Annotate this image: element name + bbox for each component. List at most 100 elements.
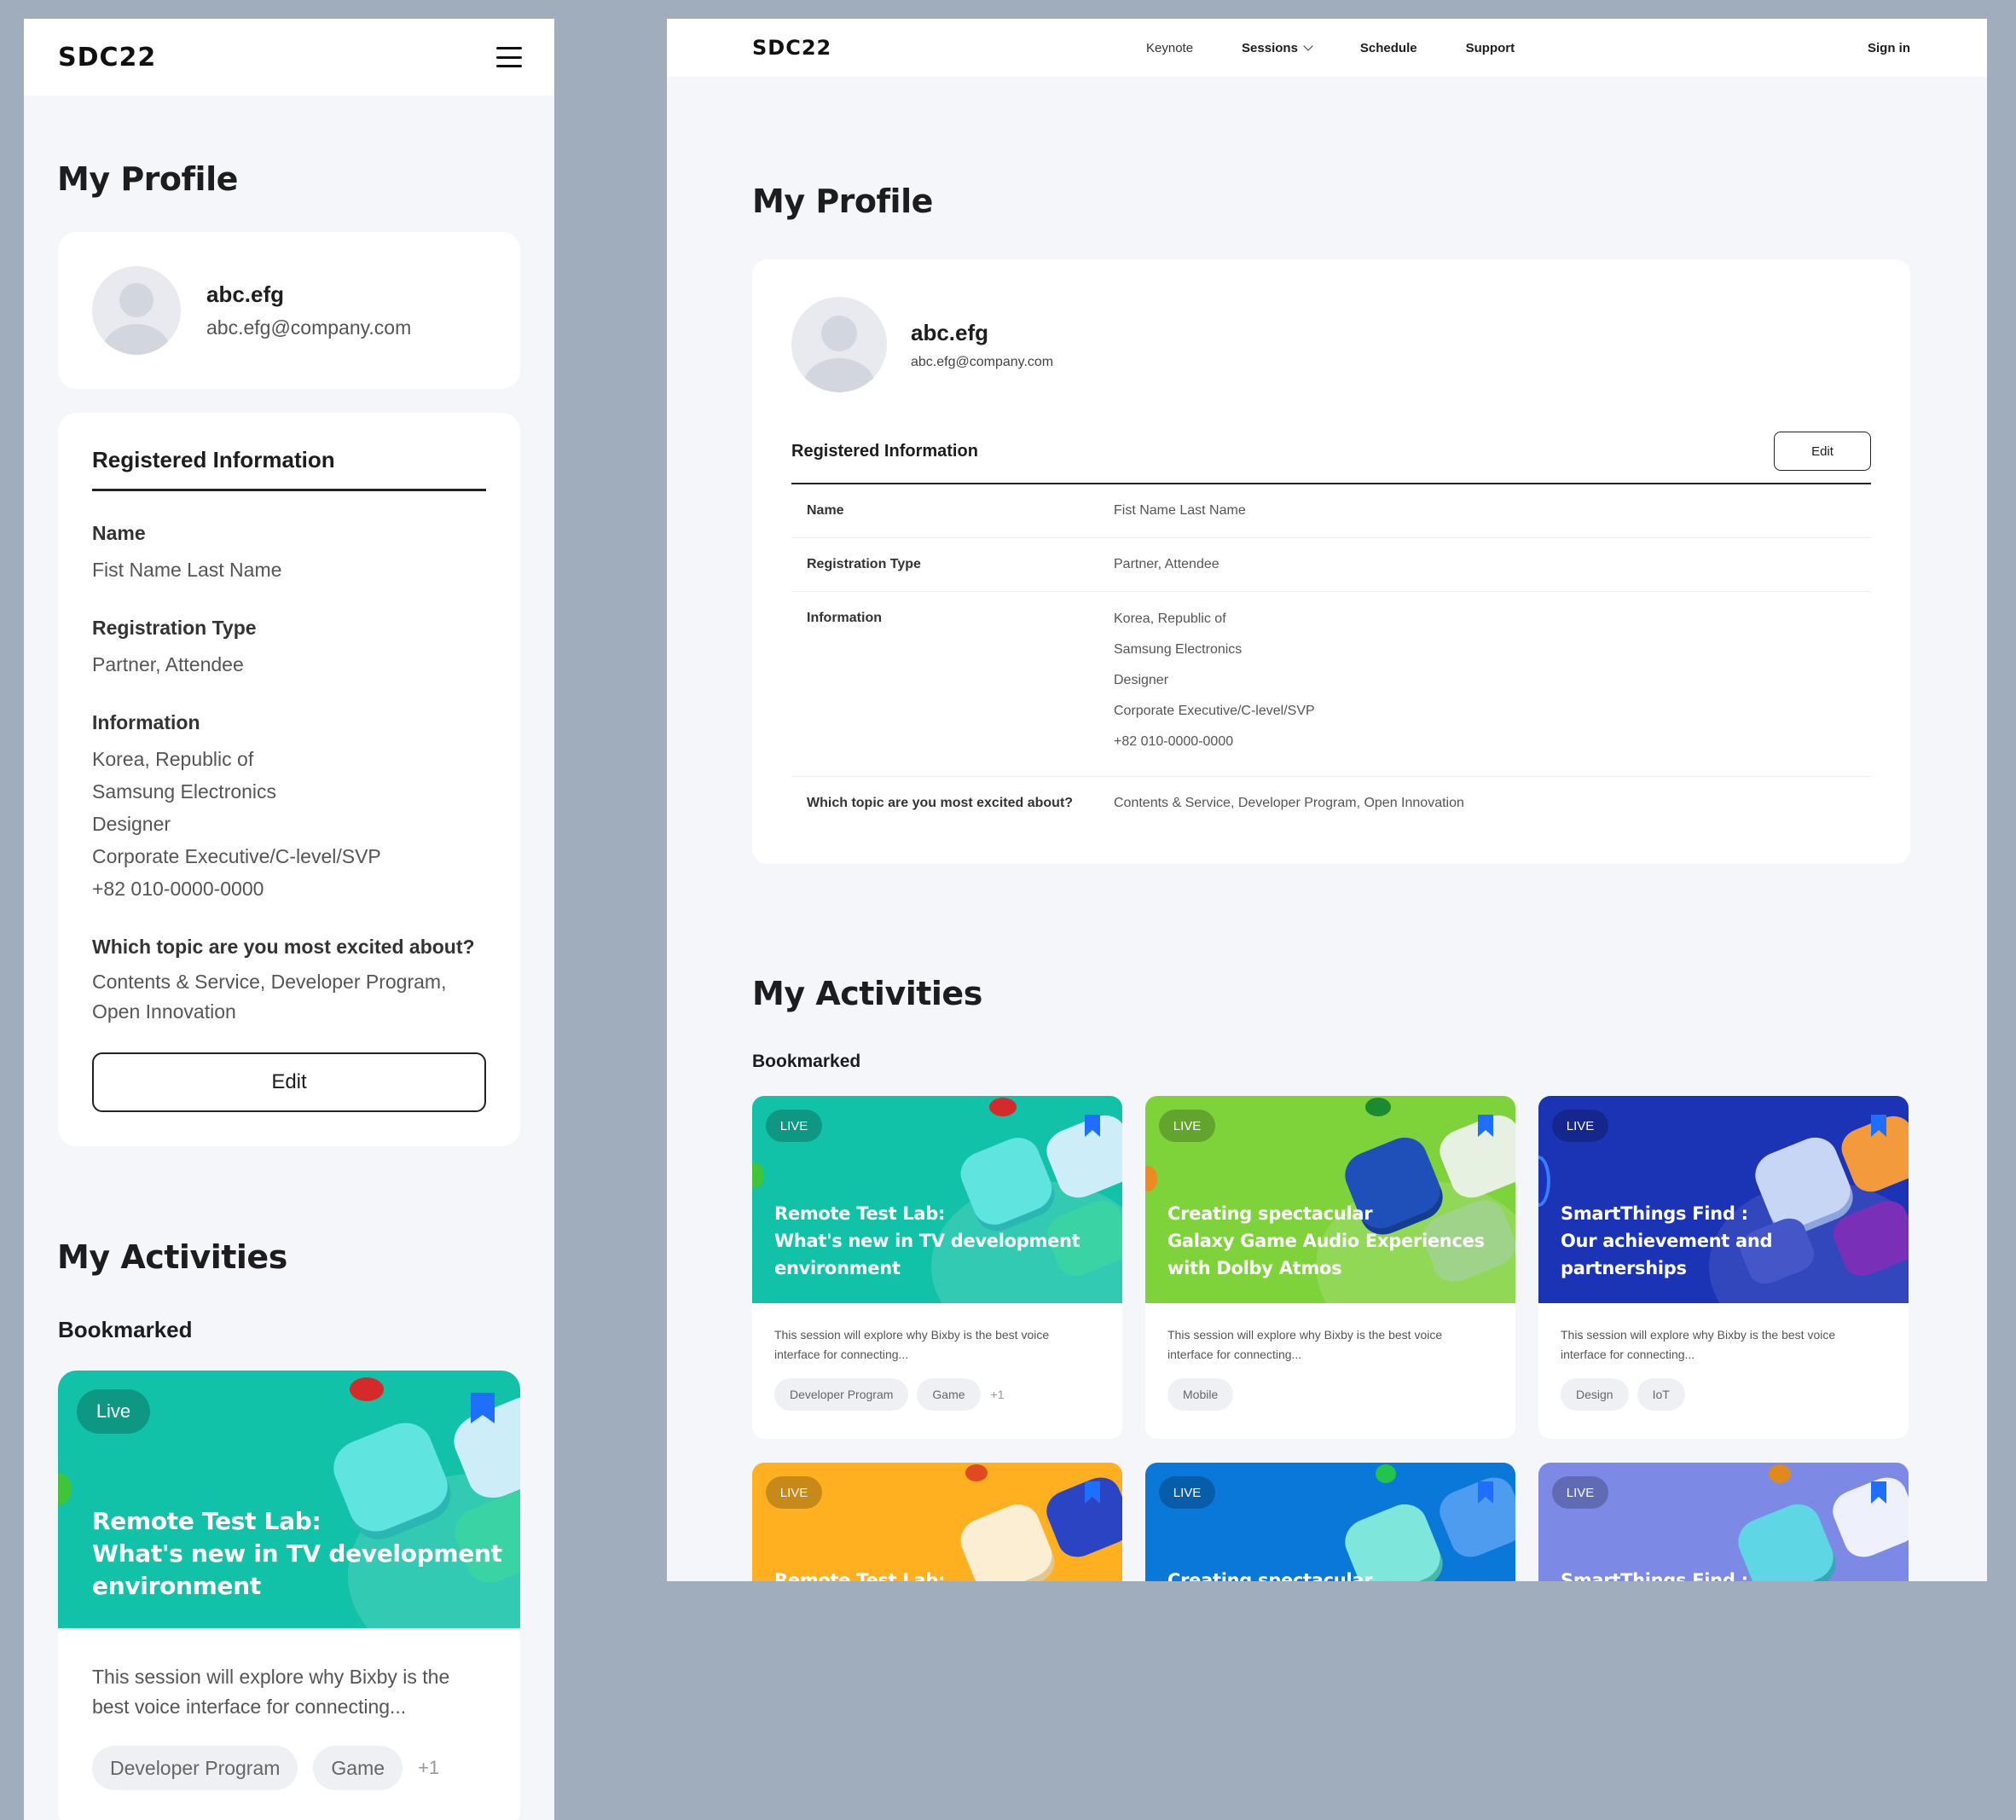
field-topic: Which topic are you most excited about? …	[92, 936, 486, 1027]
field-value-line: Corporate Executive/C-level/SVP	[1114, 704, 1315, 718]
session-description: This session will explore why Bixby is t…	[1145, 1303, 1515, 1365]
page-title: My Profile	[57, 160, 238, 198]
bookmark-icon[interactable]	[1871, 1481, 1886, 1504]
session-description-line: This session will explore why Bixby is t…	[92, 1666, 450, 1688]
session-description-line: This session will explore why Bixby is t…	[774, 1328, 1050, 1342]
mobile-view: SDC22 My Profile abc.efg abc.efg@company…	[24, 19, 554, 1820]
field-value-line: +82 010-0000-0000	[92, 878, 264, 900]
hamburger-icon[interactable]	[496, 47, 522, 67]
session-card[interactable]: LIVE Creating spectacular Galaxy Game Au…	[1145, 1096, 1515, 1439]
session-title-line: Creating spectacular	[1167, 1203, 1373, 1224]
field-value-line: Samsung Electronics	[92, 780, 277, 803]
session-description-line: This session will explore why Bixby is t…	[1561, 1328, 1836, 1342]
session-thumbnail: LIVE Creating spectacular	[1145, 1463, 1515, 1581]
bookmark-icon[interactable]	[471, 1393, 495, 1423]
live-badge: LIVE	[766, 1110, 822, 1142]
field-label: Which topic are you most excited about?	[92, 936, 475, 958]
live-badge: Live	[77, 1389, 150, 1434]
session-tags: Design IoT	[1538, 1365, 1909, 1411]
session-title: Remote Test Lab: What's new in TV develo…	[92, 1505, 520, 1603]
tag-chip[interactable]: Design	[1561, 1378, 1629, 1411]
session-card[interactable]: LIVE Remote Test Lab:	[752, 1463, 1122, 1581]
session-title-line: SmartThings Find :	[1561, 1203, 1748, 1224]
bookmark-icon[interactable]	[1478, 1481, 1493, 1504]
tag-chip[interactable]: Developer Program	[774, 1378, 909, 1411]
registered-info-header: Registered Information Edit	[791, 432, 1871, 484]
tag-chip[interactable]: Developer Program	[92, 1746, 298, 1790]
bookmarked-heading: Bookmarked	[752, 1052, 861, 1071]
field-label: Which topic are you most excited about?	[807, 796, 1074, 810]
session-title-line: environment	[92, 1572, 261, 1600]
field-name: Name Fist Name Last Name	[791, 484, 1871, 538]
live-badge: LIVE	[1552, 1476, 1608, 1509]
session-title: Remote Test Lab: What's new in TV develo…	[774, 1200, 1122, 1282]
field-information: Information Korea, Republic of Samsung E…	[92, 711, 486, 905]
session-card[interactable]: LIVE SmartThings Find :	[1538, 1463, 1909, 1581]
nav-sessions[interactable]: Sessions	[1242, 41, 1313, 55]
session-thumbnail: LIVE SmartThings Find :	[1538, 1463, 1909, 1581]
session-title-line: Our achievement and	[1561, 1231, 1773, 1251]
tag-chip[interactable]: Game	[917, 1378, 981, 1411]
field-name: Name Fist Name Last Name	[92, 522, 486, 586]
session-title-line: SmartThings Find :	[1561, 1570, 1748, 1581]
session-title-line: Remote Test Lab:	[774, 1570, 946, 1581]
live-badge: LIVE	[1159, 1110, 1215, 1142]
user-avatar-icon	[791, 297, 887, 392]
nav-keynote[interactable]: Keynote	[1146, 41, 1193, 55]
field-value: Partner, Attendee	[92, 653, 244, 675]
session-description-line: interface for connecting...	[1561, 1348, 1695, 1361]
bookmark-icon[interactable]	[1085, 1115, 1100, 1137]
session-thumbnail: LIVE Creating spectacular Galaxy Game Au…	[1145, 1096, 1515, 1303]
logo[interactable]: SDC22	[58, 43, 156, 72]
live-badge: LIVE	[1159, 1476, 1215, 1509]
bookmark-icon[interactable]	[1085, 1481, 1100, 1504]
session-title-line: Remote Test Lab:	[92, 1507, 322, 1535]
sign-in-link[interactable]: Sign in	[1868, 19, 1910, 77]
tag-chip[interactable]: Game	[313, 1746, 403, 1790]
nav-schedule[interactable]: Schedule	[1360, 41, 1417, 55]
session-card[interactable]: LIVE SmartThings Find : Our achievement …	[1538, 1096, 1909, 1439]
session-card[interactable]: LIVE Creating spectacular	[1145, 1463, 1515, 1581]
tag-chip[interactable]: Mobile	[1167, 1378, 1234, 1411]
field-value-line: Corporate Executive/C-level/SVP	[92, 845, 381, 867]
page-title: My Profile	[752, 183, 933, 220]
desktop-header: SDC22 Keynote Sessions Schedule Support …	[667, 19, 1987, 77]
session-title: SmartThings Find :	[1561, 1567, 1909, 1581]
live-badge: LIVE	[766, 1476, 822, 1509]
edit-button[interactable]: Edit	[1774, 432, 1871, 471]
session-title: Creating spectacular Galaxy Game Audio E…	[1167, 1200, 1515, 1282]
edit-button[interactable]: Edit	[92, 1052, 486, 1112]
session-thumbnail: LIVE Remote Test Lab: What's new in TV d…	[752, 1096, 1122, 1303]
bookmark-icon[interactable]	[1478, 1115, 1493, 1137]
session-thumbnail: LIVE Remote Test Lab:	[752, 1463, 1122, 1581]
session-grid: LIVE Remote Test Lab: What's new in TV d…	[752, 1096, 1987, 1581]
session-description-line: interface for connecting...	[774, 1348, 909, 1361]
field-value-line: Korea, Republic of	[1114, 611, 1226, 626]
field-label: Information	[807, 611, 882, 625]
session-description-line: This session will explore why Bixby is t…	[1167, 1328, 1443, 1342]
nav-support[interactable]: Support	[1466, 41, 1515, 55]
session-description-line: interface for connecting...	[1167, 1348, 1302, 1361]
mobile-header: SDC22	[24, 19, 554, 96]
field-value-line: Korea, Republic of	[92, 748, 254, 770]
chevron-down-icon	[1303, 41, 1313, 51]
section-title: Registered Information	[791, 441, 978, 461]
session-card[interactable]: LIVE Remote Test Lab: What's new in TV d…	[752, 1096, 1122, 1439]
session-title: SmartThings Find : Our achievement and p…	[1561, 1200, 1909, 1282]
bookmark-icon[interactable]	[1871, 1115, 1886, 1137]
bookmarked-heading: Bookmarked	[58, 1317, 193, 1342]
live-badge: LIVE	[1552, 1110, 1608, 1142]
field-value: Fist Name Last Name	[92, 559, 282, 581]
session-title-line: Galaxy Game Audio Experiences	[1167, 1231, 1485, 1251]
session-description-line: best voice interface for connecting...	[92, 1695, 407, 1718]
user-avatar-icon	[92, 266, 181, 355]
field-value-line: Designer	[1114, 673, 1169, 687]
profile-header: abc.efg abc.efg@company.com	[791, 297, 1871, 392]
field-value: Fist Name Last Name	[1114, 503, 1246, 518]
session-card[interactable]: Live Remote Test Lab: What's new in TV d…	[58, 1371, 520, 1820]
session-title-line: What's new in TV development	[774, 1231, 1080, 1251]
registered-info-card: Registered Information Name Fist Name La…	[58, 413, 520, 1146]
tag-chip[interactable]: IoT	[1637, 1378, 1685, 1411]
field-label: Name	[92, 522, 146, 544]
logo[interactable]: SDC22	[752, 36, 831, 60]
